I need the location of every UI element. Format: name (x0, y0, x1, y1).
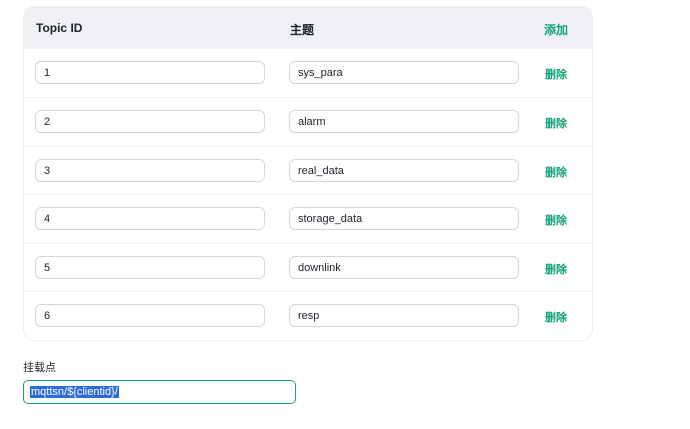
topic-input[interactable]: real_data (289, 159, 519, 182)
topic-input[interactable]: sys_para (289, 61, 519, 84)
delete-button[interactable]: 删除 (545, 66, 567, 82)
header-topic-id: Topic ID (36, 21, 83, 35)
topic-id-input[interactable]: 6 (35, 304, 265, 327)
table-row: 5 downlink 删除 (24, 243, 592, 292)
delete-button[interactable]: 删除 (545, 164, 567, 180)
topic-id-input[interactable]: 2 (35, 110, 265, 133)
table-row: 2 alarm 删除 (24, 97, 592, 146)
topic-table: Topic ID 主题 添加 1 sys_para 删除 2 alarm 删除 … (23, 6, 593, 341)
topic-input[interactable]: storage_data (289, 207, 519, 230)
topic-input[interactable]: resp (289, 304, 519, 327)
table-row: 4 storage_data 删除 (24, 194, 592, 243)
mountpoint-label: 挂载点 (23, 362, 56, 374)
topic-id-input[interactable]: 1 (35, 61, 265, 84)
mountpoint-input[interactable]: mqttsn/${clientid}/ (23, 380, 296, 404)
delete-button[interactable]: 删除 (545, 115, 567, 131)
table-row: 6 resp 删除 (24, 291, 592, 340)
topic-input[interactable]: alarm (289, 110, 519, 133)
delete-button[interactable]: 删除 (545, 309, 567, 325)
topic-id-input[interactable]: 5 (35, 256, 265, 279)
topic-input[interactable]: downlink (289, 256, 519, 279)
topic-id-input[interactable]: 4 (35, 207, 265, 230)
table-row: 3 real_data 删除 (24, 146, 592, 195)
table-row: 1 sys_para 删除 (24, 48, 592, 97)
mountpoint-value: mqttsn/${clientid}/ (30, 386, 119, 398)
delete-button[interactable]: 删除 (545, 261, 567, 277)
add-button[interactable]: 添加 (544, 21, 568, 38)
topic-id-input[interactable]: 3 (35, 159, 265, 182)
delete-button[interactable]: 删除 (545, 212, 567, 228)
table-header: Topic ID 主题 添加 (24, 7, 592, 48)
header-topic: 主题 (290, 23, 315, 37)
